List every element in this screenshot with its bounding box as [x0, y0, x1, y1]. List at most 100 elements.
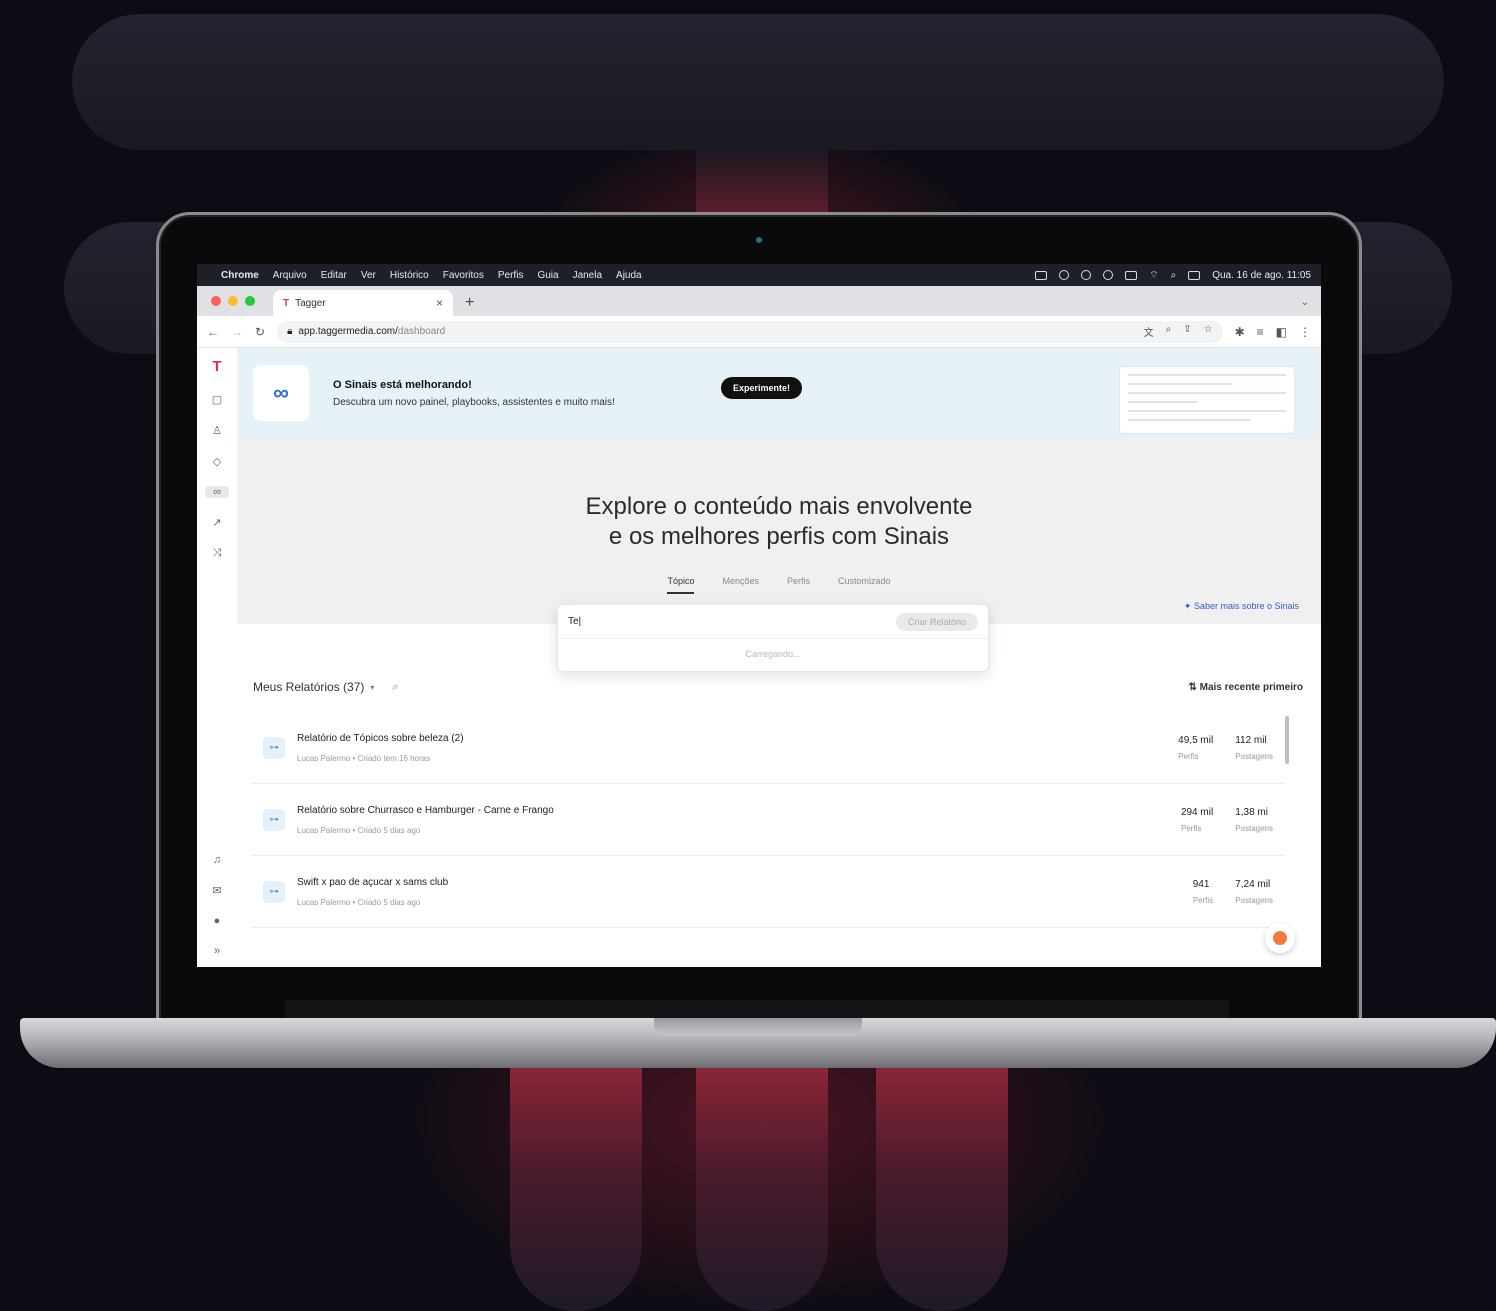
play-circle-icon[interactable] — [1103, 270, 1114, 280]
new-tab-button[interactable]: + — [465, 294, 474, 312]
posts-value: 1,38 mi — [1235, 806, 1268, 818]
back-icon[interactable]: ← — [207, 325, 219, 339]
background-bar-center — [696, 1060, 828, 1311]
spotlight-search-icon[interactable]: ⌕ — [1171, 270, 1177, 281]
learn-more-link[interactable]: ✦ Saber mais sobre o Sinais — [1184, 601, 1299, 612]
hero-title-line1: Explore o conteúdo mais envolvente — [585, 493, 973, 520]
reports-scrollbar[interactable] — [1285, 716, 1289, 764]
posts-stat: 1,38 mi Postagens — [1235, 807, 1273, 833]
browser-tab[interactable]: T Tagger × — [273, 290, 453, 316]
chat-support-button[interactable] — [1265, 923, 1295, 953]
screen-record-icon[interactable] — [1035, 270, 1048, 280]
close-tab-icon[interactable]: × — [436, 296, 443, 310]
cloud-icon[interactable] — [1059, 270, 1070, 280]
report-meta: Lucas Palermo • Criado 5 dias ago — [297, 825, 421, 835]
list-item[interactable]: ⊶ Relatório de Tópicos sobre beleza (2) … — [251, 712, 1285, 784]
minimize-window-button[interactable] — [228, 296, 238, 306]
address-bar[interactable]: 🔒︎ app.taggermedia.com/dashboard 文 ⌕ ⇪ ☆ — [277, 320, 1223, 343]
reports-list: ⊶ Relatório de Tópicos sobre beleza (2) … — [251, 712, 1285, 928]
mac-menubar: Chrome Arquivo Editar Ver Histórico Favo… — [197, 264, 1321, 286]
menubar-item-ajuda[interactable]: Ajuda — [616, 270, 642, 281]
create-report-button[interactable]: Criar Relatório — [895, 612, 978, 631]
laptop-camera — [756, 237, 762, 243]
list-item[interactable]: ⊶ Swift x pao de açucar x sams club Luca… — [251, 856, 1285, 928]
profiles-label: Perfis — [1180, 823, 1202, 833]
reports-heading[interactable]: Meus Relatórios (37) — [253, 680, 364, 694]
extensions-puzzle-icon[interactable]: ✱ — [1235, 325, 1245, 339]
profiles-value: 49,5 mil — [1178, 734, 1214, 746]
chrome-menu-icon[interactable]: ⋮ — [1299, 325, 1311, 339]
signals-hero: Explore o conteúdo mais envolvente e os … — [237, 438, 1321, 624]
banner-text: O Sinais está melhorando! Descubra um no… — [333, 379, 615, 408]
zoom-icon[interactable]: ⌕ — [1166, 324, 1172, 339]
menubar-item-arquivo[interactable]: Arquivo — [273, 270, 307, 281]
tab-mencoes[interactable]: Menções — [722, 576, 759, 594]
side-panel-icon[interactable]: ◧ — [1276, 325, 1287, 339]
zoom-window-button[interactable] — [245, 296, 255, 306]
expand-sidebar-icon[interactable]: » — [214, 945, 220, 957]
omnibox-actions: 文 ⌕ ⇪ ☆ — [1144, 324, 1213, 339]
menubar-item-perfis[interactable]: Perfis — [498, 270, 524, 281]
main-content: ∞ O Sinais está melhorando! Descubra um … — [237, 348, 1321, 967]
people-icon[interactable]: ♙ — [212, 424, 222, 437]
tab-topico[interactable]: Tópico — [667, 576, 695, 594]
menubar-item-guia[interactable]: Guia — [537, 270, 558, 281]
tab-perfis[interactable]: Perfis — [787, 576, 810, 594]
folder-icon[interactable]: ▢ — [212, 393, 222, 406]
posts-label: Postagens — [1235, 751, 1273, 761]
topic-search-input[interactable]: Te| Criar Relatório — [558, 605, 988, 639]
menubar-item-ver[interactable]: Ver — [361, 270, 376, 281]
menubar-item-historico[interactable]: Histórico — [390, 270, 429, 281]
reading-list-icon[interactable]: ≡ — [1257, 325, 1264, 339]
bookmark-star-icon[interactable]: ☆ — [1204, 324, 1213, 339]
list-item[interactable]: ⊶ Relatório sobre Churrasco e Hamburger … — [251, 784, 1285, 856]
tag-icon[interactable]: ◇ — [213, 455, 221, 468]
menubar-item-favoritos[interactable]: Favoritos — [443, 270, 484, 281]
tab-search-chevron-icon[interactable]: ⌄ — [1301, 297, 1309, 308]
forward-icon[interactable]: → — [231, 325, 243, 339]
battery-icon[interactable] — [1125, 270, 1138, 280]
profiles-stat: 941 Perfis — [1193, 879, 1213, 905]
learn-more-label: Saber mais sobre o Sinais — [1193, 601, 1299, 611]
analytics-icon[interactable]: ↗ — [212, 516, 221, 529]
browser-tab-title: Tagger — [295, 297, 326, 309]
posts-value: 112 mil — [1235, 734, 1267, 746]
search-icon[interactable]: ⌕ — [392, 681, 398, 694]
notifications-bell-icon[interactable]: ♫ — [213, 854, 221, 866]
control-center-icon[interactable] — [1188, 270, 1201, 280]
report-topic-icon: ⊶ — [263, 736, 285, 759]
tagger-favicon-icon: T — [283, 297, 290, 309]
laptop-notch — [654, 1018, 862, 1036]
window-controls — [211, 286, 255, 316]
menubar-item-janela[interactable]: Janela — [573, 270, 602, 281]
shuffle-icon[interactable]: ⤨ — [213, 547, 222, 560]
tagger-app: T ▢ ♙ ◇ ∞ ↗ ⤨ ♫ ✉ ● » ∞ O Sinais está me… — [197, 348, 1321, 967]
url-path: dashboard — [397, 326, 446, 337]
laptop-hinge — [285, 1000, 1229, 1018]
profiles-label: Perfis — [1192, 895, 1214, 905]
sort-label: Mais recente primeiro — [1199, 681, 1303, 693]
menubar-item-editar[interactable]: Editar — [321, 270, 347, 281]
tagger-logo-icon[interactable]: T — [212, 358, 221, 375]
report-info: Relatório de Tópicos sobre beleza (2) Lu… — [297, 733, 464, 763]
menubar-datetime[interactable]: Qua. 16 de ago. 11:05 — [1212, 270, 1311, 281]
close-window-button[interactable] — [211, 296, 221, 306]
translate-icon[interactable]: 文 — [1144, 324, 1154, 339]
avatar[interactable]: ● — [214, 915, 221, 927]
try-it-button[interactable]: Experimente! — [721, 377, 803, 399]
menubar-app-name[interactable]: Chrome — [221, 270, 259, 281]
toolbar-actions: ✱ ≡ ◧ ⋮ — [1235, 325, 1311, 339]
report-meta: Lucas Palermo • Criado 5 dias ago — [297, 897, 421, 907]
share-icon[interactable]: ⇪ — [1183, 324, 1191, 339]
signals-icon[interactable]: ∞ — [205, 486, 229, 498]
sort-button[interactable]: ⇅ Mais recente primeiro — [1188, 682, 1303, 693]
browser-tabstrip: T Tagger × + ⌄ — [197, 286, 1321, 316]
reload-icon[interactable]: ↻ — [255, 325, 265, 339]
sparkle-icon: ✦ — [1183, 601, 1194, 611]
url-domain: app.taggermedia.com/ — [298, 326, 398, 337]
wifi-icon[interactable]: ⌔ — [1149, 269, 1158, 282]
chevron-down-icon[interactable]: ▾ — [370, 683, 374, 692]
tab-customizado[interactable]: Customizado — [838, 576, 891, 594]
extension-status-icon[interactable] — [1081, 270, 1092, 280]
inbox-icon[interactable]: ✉ — [212, 884, 221, 897]
